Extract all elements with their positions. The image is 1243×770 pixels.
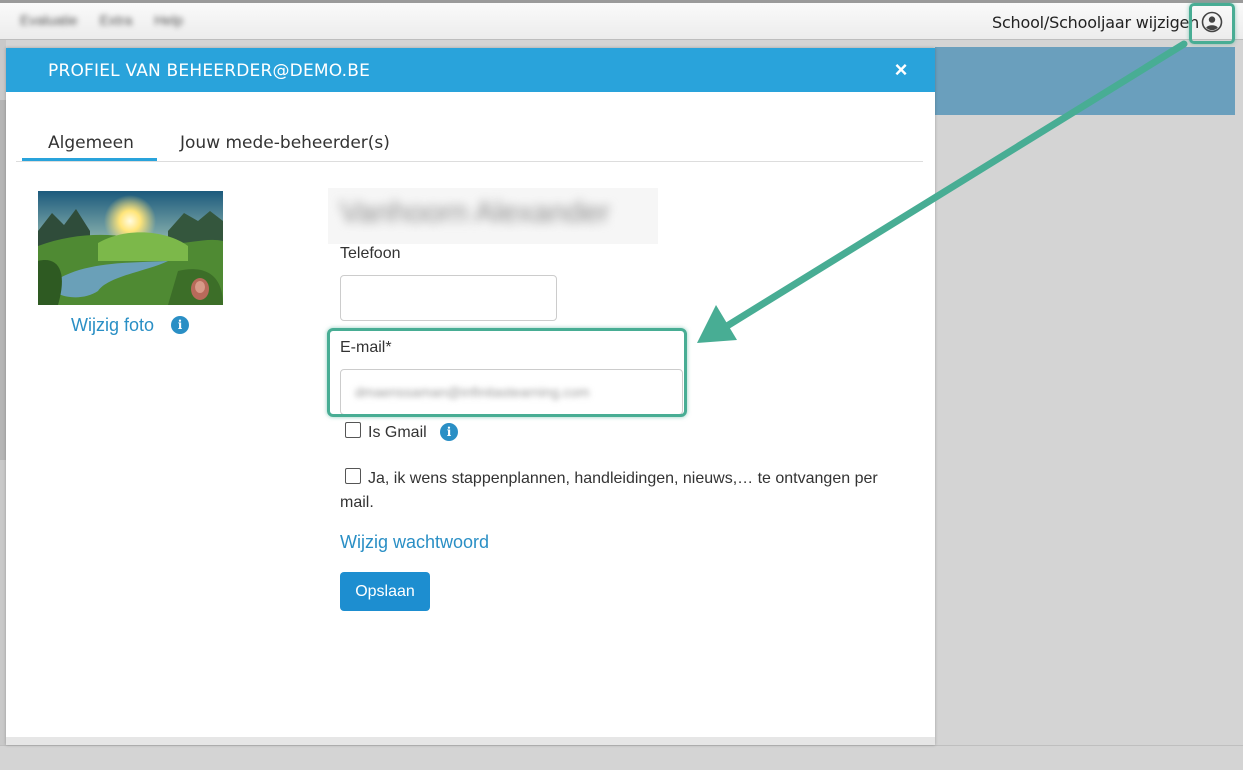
menubar: Evaluatie Extra Help School/Schooljaar w… xyxy=(0,0,1243,40)
menu-item-extra[interactable]: Extra xyxy=(100,12,133,28)
phone-input[interactable] xyxy=(340,275,557,321)
admin-name: Vanhoorn Alexander xyxy=(328,188,658,244)
modal-header: PROFIEL VAN BEHEERDER@DEMO.BE × xyxy=(6,48,935,92)
change-photo-link[interactable]: Wijzig foto xyxy=(71,315,154,336)
tab-bar: Algemeen Jouw mede-beheerder(s) xyxy=(16,133,923,162)
gmail-checkbox[interactable] xyxy=(345,422,361,438)
background-bottom-strip xyxy=(0,745,1243,770)
phone-label: Telefoon xyxy=(340,245,401,262)
menu-items: Evaluatie Extra Help xyxy=(20,12,183,28)
gmail-info-icon[interactable]: i xyxy=(440,423,458,441)
school-year-switch-link[interactable]: School/Schooljaar wijzigen xyxy=(992,13,1199,32)
gmail-label: Is Gmail xyxy=(368,424,427,441)
email-highlight-box xyxy=(327,328,687,417)
tab-active-indicator xyxy=(22,158,157,161)
admin-name-text: Vanhoorn Alexander xyxy=(340,196,610,229)
change-password-link[interactable]: Wijzig wachtwoord xyxy=(340,532,489,553)
tab-mede-beheerders[interactable]: Jouw mede-beheerder(s) xyxy=(180,133,390,161)
newsletter-label: Ja, ik wens stappenplannen, handleidinge… xyxy=(340,470,878,511)
modal-title: PROFIEL VAN BEHEERDER@DEMO.BE xyxy=(48,61,371,81)
profile-photo xyxy=(38,191,223,305)
user-icon-highlight-box xyxy=(1189,3,1235,44)
tab-algemeen[interactable]: Algemeen xyxy=(48,133,134,161)
close-button[interactable]: × xyxy=(890,57,912,82)
modal-footer-strip xyxy=(6,737,935,745)
menu-item-evaluatie[interactable]: Evaluatie xyxy=(20,12,78,28)
photo-info-icon[interactable]: i xyxy=(171,316,189,334)
background-header-band xyxy=(935,47,1235,115)
save-button[interactable]: Opslaan xyxy=(340,572,430,611)
menu-item-help[interactable]: Help xyxy=(154,12,183,28)
